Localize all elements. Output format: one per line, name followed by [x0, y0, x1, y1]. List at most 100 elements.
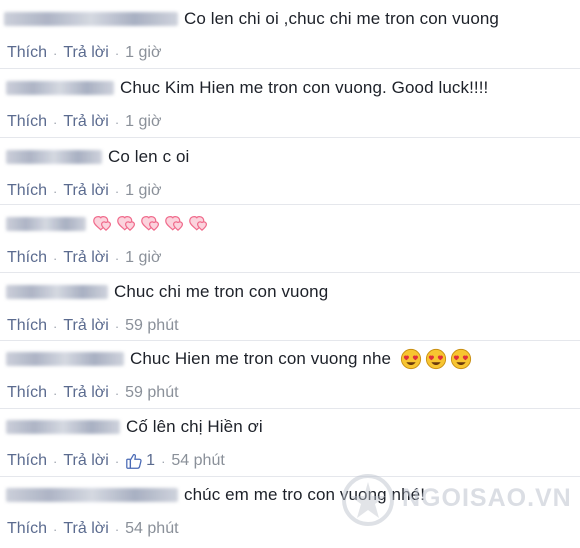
heart-eyes-face-icon	[451, 348, 472, 370]
like-link[interactable]: Thích	[7, 249, 47, 267]
divider	[0, 68, 580, 69]
timestamp[interactable]: 1 giờ	[125, 249, 161, 267]
separator-dot: ·	[114, 250, 120, 266]
separator-dot: ·	[114, 453, 120, 469]
comment-text: Chuc chi me tron con vuong	[114, 282, 329, 301]
heart-eyes-face-icon	[401, 348, 422, 370]
comment-actions: Thích · Trả lời · 1 · 54 phút	[7, 450, 225, 472]
divider	[0, 408, 580, 409]
comment-text: chúc em me tro con vuong nhé!	[184, 485, 426, 504]
comment-item: Chuc Kim Hien me tron con vuong. Good lu…	[0, 73, 580, 141]
separator-dot: ·	[114, 45, 120, 61]
emoji-row	[397, 348, 472, 370]
pink-hearts-icon	[141, 215, 159, 231]
timestamp[interactable]: 54 phút	[125, 520, 178, 538]
comment-body: Chuc chi me tron con vuong	[6, 277, 328, 307]
separator-dot: ·	[114, 385, 120, 401]
blurred-commenter-name[interactable]	[6, 488, 178, 502]
pink-hearts-icon	[165, 215, 183, 231]
comment-actions: Thích · Trả lời · 54 phút	[7, 518, 179, 540]
blurred-commenter-name[interactable]	[6, 81, 114, 95]
likes-count[interactable]: 1	[146, 452, 155, 470]
comment-text: Co len c oi	[108, 147, 190, 166]
emoji-row	[92, 214, 212, 235]
comment-body: Co len chi oi ,chuc chi me tron con vuon…	[4, 4, 499, 34]
timestamp[interactable]: 59 phút	[125, 317, 178, 335]
reply-link[interactable]: Trả lời	[63, 384, 108, 402]
like-link[interactable]: Thích	[7, 44, 47, 62]
separator-dot: ·	[161, 453, 166, 469]
timestamp[interactable]: 59 phút	[125, 384, 178, 402]
blurred-commenter-name[interactable]	[4, 12, 178, 26]
timestamp[interactable]: 1 giờ	[125, 182, 161, 200]
separator-dot: ·	[53, 45, 58, 61]
blurred-commenter-name[interactable]	[6, 420, 120, 434]
reply-link[interactable]: Trả lời	[63, 182, 108, 200]
comment-actions: Thích · Trả lời · 1 giờ	[7, 42, 161, 64]
comment-body: Cố lên chị Hiền ơi	[6, 412, 263, 442]
divider	[0, 476, 580, 477]
comment-list: Co len chi oi ,chuc chi me tron con vuon…	[0, 0, 580, 541]
comment-body: chúc em me tro con vuong nhé!	[6, 480, 425, 510]
comment-actions: Thích · Trả lời · 59 phút	[7, 382, 179, 404]
like-link[interactable]: Thích	[7, 113, 47, 131]
reply-link[interactable]: Trả lời	[63, 452, 108, 470]
timestamp[interactable]: 1 giờ	[125, 44, 161, 62]
comment-item: Co len chi oi ,chuc chi me tron con vuon…	[0, 4, 580, 72]
reply-link[interactable]: Trả lời	[63, 520, 108, 538]
comment-body: Co len c oi	[6, 142, 189, 172]
separator-dot: ·	[53, 385, 58, 401]
comment-actions: Thích · Trả lời · 1 giờ	[7, 247, 161, 269]
separator-dot: ·	[53, 114, 58, 130]
comment-actions: Thích · Trả lời · 1 giờ	[7, 111, 161, 133]
comment-actions: Thích · Trả lời · 1 giờ	[7, 180, 161, 202]
comment-item: Chuc Hien me tron con vuong nhe Thích · …	[0, 344, 580, 412]
comment-body	[6, 209, 212, 239]
divider	[0, 272, 580, 273]
divider	[0, 137, 580, 138]
timestamp[interactable]: 54 phút	[171, 452, 224, 470]
blurred-commenter-name[interactable]	[6, 150, 102, 164]
timestamp[interactable]: 1 giờ	[125, 113, 161, 131]
comment-item: chúc em me tro con vuong nhé! Thích · Tr…	[0, 480, 580, 548]
comment-item: Chuc chi me tron con vuong Thích · Trả l…	[0, 277, 580, 345]
separator-dot: ·	[53, 183, 58, 199]
like-link[interactable]: Thích	[7, 182, 47, 200]
blurred-commenter-name[interactable]	[6, 217, 86, 231]
comment-text: Co len chi oi ,chuc chi me tron con vuon…	[184, 9, 499, 28]
separator-dot: ·	[114, 114, 120, 130]
blurred-commenter-name[interactable]	[6, 352, 124, 366]
divider	[0, 204, 580, 205]
comment-text: Chuc Hien me tron con vuong nhe	[130, 349, 392, 368]
like-link[interactable]: Thích	[7, 317, 47, 335]
comment-item: Co len c oi Thích · Trả lời · 1 giờ	[0, 142, 580, 210]
comment-actions: Thích · Trả lời · 59 phút	[7, 315, 179, 337]
like-link[interactable]: Thích	[7, 452, 47, 470]
separator-dot: ·	[53, 521, 58, 537]
separator-dot: ·	[53, 318, 58, 334]
comment-item: Thích · Trả lời · 1 giờ	[0, 209, 580, 277]
divider	[0, 340, 580, 341]
comment-item: Cố lên chị Hiền ơi Thích · Trả lời · 1 ·…	[0, 412, 580, 480]
pink-hearts-icon	[117, 215, 135, 231]
separator-dot: ·	[53, 250, 58, 266]
separator-dot: ·	[114, 183, 120, 199]
reply-link[interactable]: Trả lời	[63, 249, 108, 267]
comment-text: Chuc Kim Hien me tron con vuong. Good lu…	[120, 78, 489, 97]
pink-hearts-icon	[93, 215, 111, 231]
pink-hearts-icon	[189, 215, 207, 231]
like-link[interactable]: Thích	[7, 384, 47, 402]
separator-dot: ·	[114, 318, 120, 334]
reply-link[interactable]: Trả lời	[63, 317, 108, 335]
heart-eyes-face-icon	[426, 348, 447, 370]
separator-dot: ·	[114, 521, 120, 537]
separator-dot: ·	[53, 453, 58, 469]
comment-text: Cố lên chị Hiền ơi	[126, 417, 263, 436]
reply-link[interactable]: Trả lời	[63, 113, 108, 131]
blurred-commenter-name[interactable]	[6, 285, 108, 299]
comment-body: Chuc Kim Hien me tron con vuong. Good lu…	[6, 73, 488, 103]
reply-link[interactable]: Trả lời	[63, 44, 108, 62]
comment-body: Chuc Hien me tron con vuong nhe	[6, 344, 472, 374]
like-link[interactable]: Thích	[7, 520, 47, 538]
thumbs-up-icon[interactable]	[125, 452, 143, 470]
